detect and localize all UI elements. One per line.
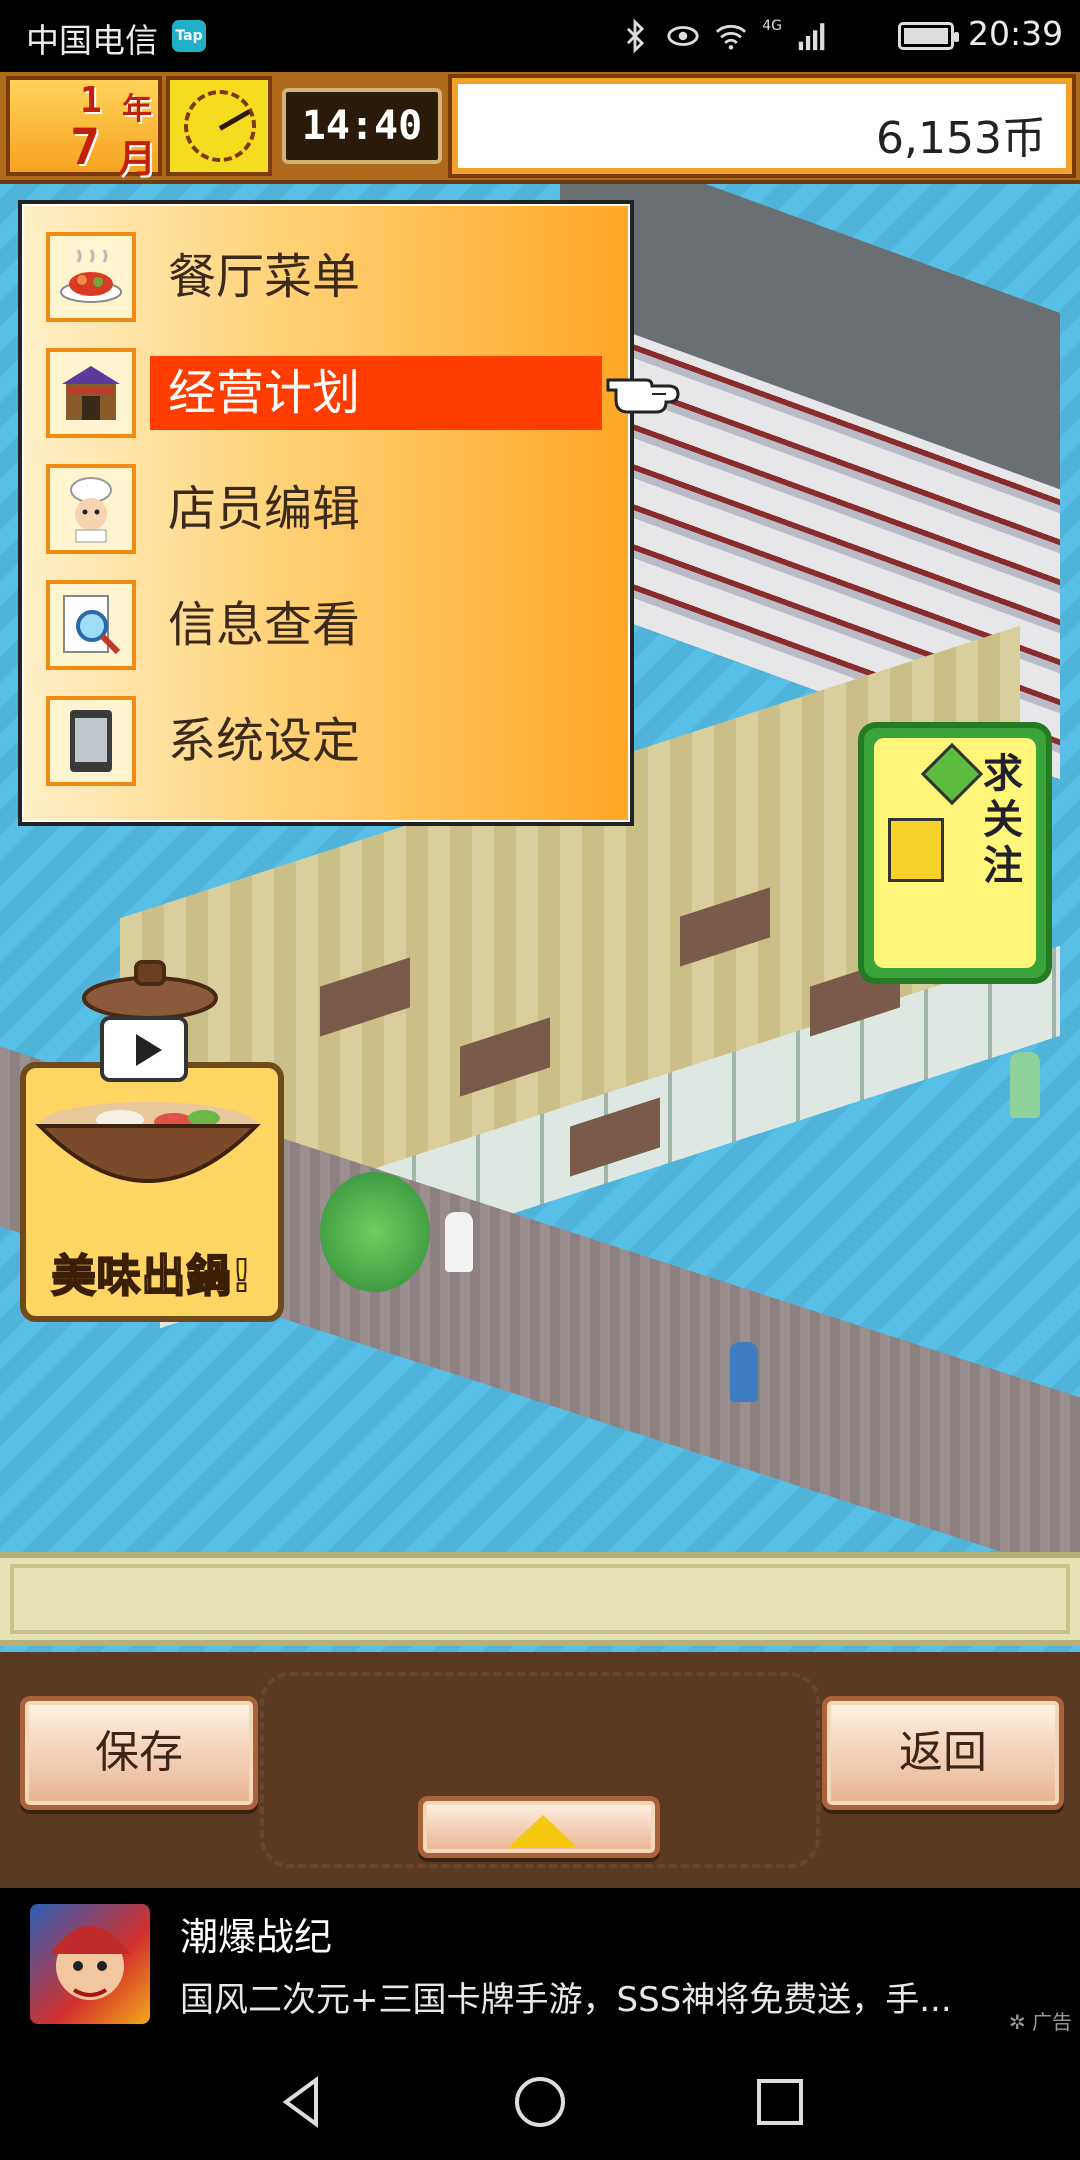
message-panel [0,1552,1080,1646]
network-type-label: 4G [762,18,782,34]
follow-us-sign[interactable]: 求关注 [858,722,1052,984]
hot-pot-bowl-icon [35,1102,261,1183]
back-nav-icon[interactable] [272,2072,332,2132]
system-clock: 20:39 [968,14,1064,53]
ad-description: 国风二次元+三国卡牌手游，SSS神将免费送，手... [180,1980,952,2020]
dish-icon [46,232,136,322]
ad-label: ✲ 广告 [1009,2006,1072,2035]
tasty-pot-text: 美味出鍋! [50,1250,253,1303]
ad-game-thumbnail[interactable] [30,1904,150,2024]
system-nav-bar [0,2040,1080,2160]
menu-item-label: 信息查看 [168,597,361,653]
recents-nav-icon[interactable] [750,2072,810,2132]
save-button[interactable]: 保存 [20,1696,258,1810]
clock-icon [166,76,272,176]
pot-lid-icon [82,960,218,1020]
game-view[interactable]: 1 年 7 月 14:40 6,153币 餐厅菜单 经营计划 店员编辑 信息查看… [0,72,1080,1888]
menu-item-label: 经营计划 [150,356,602,430]
status-icons: 4G [618,16,830,56]
main-menu: 餐厅菜单 经营计划 店员编辑 信息查看 系统设定 [18,200,634,826]
home-nav-icon[interactable] [510,2072,570,2132]
ad-banner[interactable]: 潮爆战纪 国风二次元+三国卡牌手游，SSS神将免费送，手... ✲ 广告 [0,1888,1080,2040]
follow-us-text: 求关注 [976,752,1022,890]
menu-item-restaurant-menu[interactable]: 餐厅菜单 [22,222,630,332]
battery-icon [898,22,959,50]
bluetooth-icon [627,19,645,53]
ad-tag-text: 广告 [1032,2010,1072,2034]
game-time: 14:40 [282,88,442,164]
menu-item-system-settings[interactable]: 系统设定 [22,686,630,796]
carrier-name: 中国电信 [26,21,158,60]
signal-icon [798,23,825,51]
menu-item-label: 店员编辑 [168,481,361,537]
staff-character[interactable] [1010,1052,1040,1118]
top-hud: 1 年 7 月 14:40 6,153币 [0,72,1080,184]
menu-item-info-view[interactable]: 信息查看 [22,570,630,680]
back-button[interactable]: 返回 [822,1696,1064,1810]
menu-item-business-plan[interactable]: 经营计划 [22,338,630,448]
month-number: 7 [70,118,101,176]
ad-info-icon: ✲ [1008,2010,1026,2034]
up-arrow-icon [509,1815,577,1847]
status-bar: 中国电信 Tap 4G 20:39 [0,0,1080,72]
wifi-icon [716,24,747,50]
eye-icon [667,26,699,46]
expand-up-button[interactable] [418,1796,660,1858]
shop-icon [46,348,136,438]
mascot-icon [888,818,944,882]
coin-amount: 6,153币 [876,113,1046,164]
tap-app-icon: Tap [172,20,206,52]
month-unit: 月 [118,137,157,181]
ad-title: 潮爆战纪 [180,1915,333,1959]
magnifier-icon [46,580,136,670]
chef-icon [46,464,136,554]
year-number: 1 [80,80,102,121]
phone-icon [46,696,136,786]
play-video-button[interactable] [100,1016,188,1082]
menu-item-label: 系统设定 [168,713,361,769]
pointing-hand-icon [606,378,680,414]
menu-item-label: 餐厅菜单 [168,249,361,305]
customer-character[interactable] [730,1342,758,1402]
menu-item-staff-edit[interactable]: 店员编辑 [22,454,630,564]
coin-counter: 6,153币 [448,74,1076,178]
year-unit: 年 [122,92,152,127]
calendar-display: 1 年 7 月 [6,76,162,181]
customer-character[interactable] [445,1212,473,1272]
tree [320,1172,430,1292]
